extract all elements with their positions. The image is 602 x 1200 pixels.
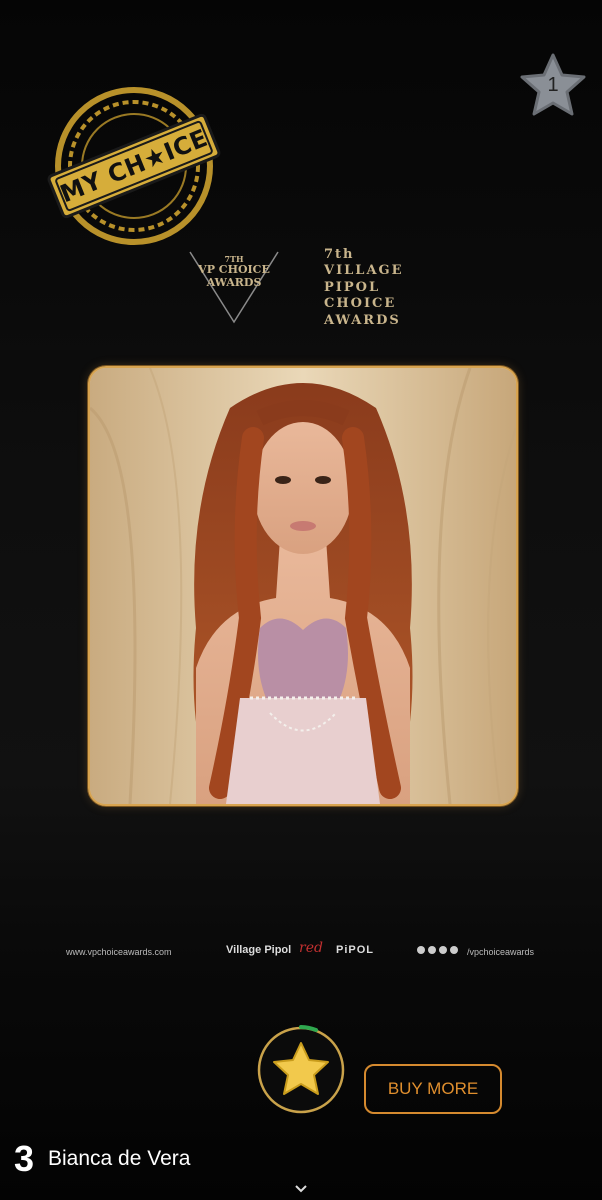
- social-icons: [417, 946, 458, 956]
- x-icon: [450, 946, 458, 954]
- vote-star-button[interactable]: [256, 1025, 346, 1115]
- brand-pipol: PiPOL: [336, 944, 375, 956]
- vp-choice-logo: 7TH VP CHOICE AWARDS: [186, 250, 282, 326]
- event-title-line: CHOICE: [324, 296, 397, 312]
- social-handle: /vpchoiceawards: [467, 947, 535, 957]
- brand-red: red: [299, 940, 323, 956]
- badge-count: 1: [547, 74, 559, 96]
- tiktok-icon: [417, 946, 425, 954]
- event-title-line: AWARDS: [324, 312, 401, 328]
- instagram-icon: [428, 946, 436, 954]
- brand-village-pipol: Village Pipol: [226, 944, 292, 956]
- nominee-rank: 3: [14, 1138, 35, 1179]
- my-choice-stamp: MY CH★ICE: [42, 78, 222, 248]
- nominee-name: Bianca de Vera: [48, 1147, 191, 1170]
- event-title-line: VILLAGE: [324, 263, 404, 279]
- nominee-photo: [88, 366, 518, 806]
- facebook-icon: [439, 946, 447, 954]
- logo-line-2: VP CHOICE: [198, 263, 270, 276]
- event-title-line: 7th: [324, 247, 355, 262]
- chevron-down-icon[interactable]: [292, 1182, 310, 1194]
- logo-line-3: AWARDS: [206, 276, 262, 289]
- website-url: www.vpchoiceawards.com: [66, 947, 172, 957]
- buy-more-button[interactable]: BUY MORE: [364, 1064, 502, 1114]
- event-title-line: PIPOL: [324, 279, 381, 295]
- vote-count-badge[interactable]: 1: [516, 52, 590, 118]
- star-icon: [257, 1025, 345, 1114]
- event-title: 7th VILLAGE PIPOL CHOICE AWARDS: [324, 247, 414, 329]
